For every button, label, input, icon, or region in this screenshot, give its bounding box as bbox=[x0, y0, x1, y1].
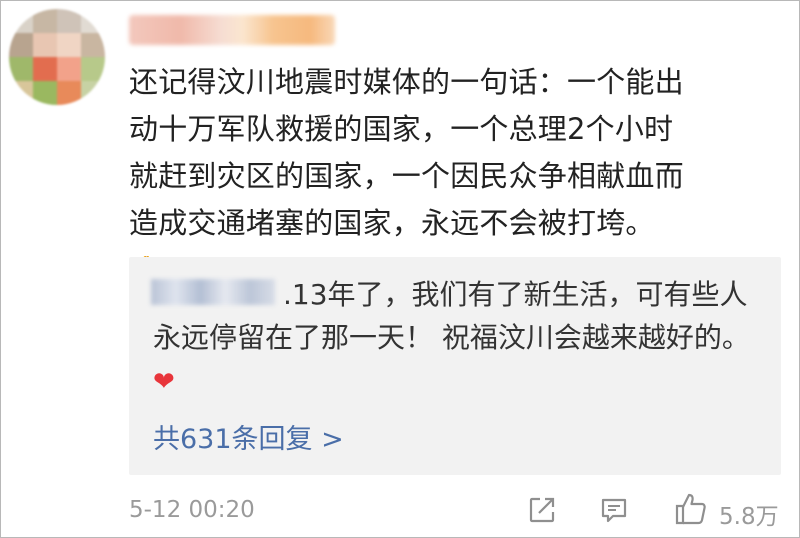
like-button[interactable]: 5.8万 bbox=[673, 491, 779, 531]
like-count: 5.8万 bbox=[719, 504, 779, 530]
avatar[interactable] bbox=[9, 9, 105, 105]
comment-body: 还记得汶川地震时媒体的一句话：一个能出动十万军队救援的国家，一个总理2个小时就赶… bbox=[129, 65, 684, 240]
username-blurred[interactable] bbox=[129, 15, 335, 45]
comment-icon[interactable] bbox=[599, 495, 629, 525]
thumbs-up-icon bbox=[675, 493, 706, 525]
reply-text: .13年了，我们有了新生活，可有些人永远停留在了那一天！ 祝福汶川会越来越好的。… bbox=[153, 273, 763, 404]
reply-preview[interactable]: .13年了，我们有了新生活，可有些人永远停留在了那一天！ 祝福汶川会越来越好的。… bbox=[129, 257, 781, 475]
reply-body: .13年了，我们有了新生活，可有些人永远停留在了那一天！ 祝福汶川会越来越好的。 bbox=[153, 278, 750, 354]
view-all-replies-link[interactable]: 共631条回复 > bbox=[153, 417, 344, 456]
share-icon[interactable] bbox=[527, 495, 557, 525]
red-heart-icon: ❤ bbox=[153, 367, 175, 397]
action-bar: 5.8万 bbox=[1, 491, 800, 531]
